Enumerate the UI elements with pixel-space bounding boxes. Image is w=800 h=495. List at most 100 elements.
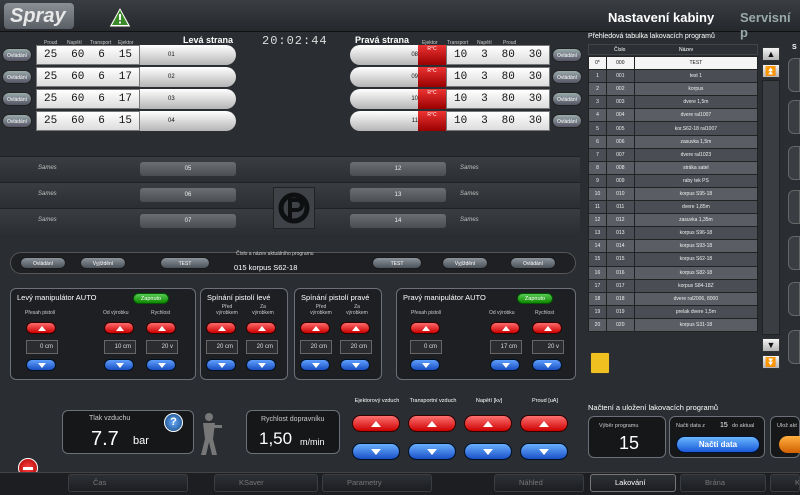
increase-button[interactable] (300, 322, 330, 334)
increase-button[interactable] (490, 322, 520, 334)
tab-kalibrace[interactable]: Kalibrace (770, 474, 800, 492)
table-row[interactable]: 4 004 dvere ral1007 (588, 108, 759, 123)
increase-button[interactable] (532, 322, 562, 334)
table-row[interactable]: 1 001 test 1 (588, 69, 759, 84)
setting-value[interactable]: 20 cm (340, 340, 372, 354)
setting-value[interactable]: 10 cm (104, 340, 136, 354)
gun-values[interactable]: 10 3 80 30 (446, 67, 550, 87)
scroll-down-button[interactable]: ▼ (762, 338, 780, 352)
setting-value[interactable]: 20 cm (246, 340, 278, 354)
decrease-button[interactable] (146, 359, 176, 371)
table-row[interactable]: 11 011 dvere 1,85m (588, 200, 759, 215)
gun-values[interactable]: 10 3 80 30 (446, 45, 550, 65)
program-select-value[interactable]: 15 (619, 433, 639, 454)
adjust-decrease-button[interactable] (520, 443, 568, 460)
tab-brana[interactable]: Brána (680, 474, 766, 492)
exit-left-button[interactable]: Vyjíždění (80, 257, 126, 269)
decrease-button[interactable] (300, 359, 330, 371)
gun-control-button[interactable]: Ovládání (552, 114, 582, 128)
table-row[interactable]: 7 007 dvere ral1023 (588, 147, 759, 162)
increase-button[interactable] (340, 322, 370, 334)
side-button[interactable] (788, 190, 800, 224)
decrease-button[interactable] (532, 359, 562, 371)
gun-control-button[interactable]: Ovládání (2, 48, 32, 62)
save-button[interactable] (779, 436, 800, 453)
side-button[interactable] (788, 58, 800, 92)
setting-value[interactable]: 17 cm (490, 340, 522, 354)
scrollbar-track[interactable] (762, 80, 780, 335)
table-row[interactable]: 6 006 zasuvka 1,5m (588, 134, 759, 149)
side-button[interactable] (788, 146, 800, 180)
scroll-up-button[interactable]: ▲ (762, 47, 780, 61)
decrease-button[interactable] (104, 359, 134, 371)
control-right-button[interactable]: Ovládání (510, 257, 556, 269)
table-row[interactable]: 8 008 stráka satel (588, 160, 759, 175)
table-row[interactable]: 2 002 korpus (588, 82, 759, 97)
table-row[interactable]: 17 017 korpus S84-18Z (588, 278, 759, 293)
load-from-value[interactable]: 15 (720, 422, 728, 429)
adjust-decrease-button[interactable] (352, 443, 400, 460)
test-left-button[interactable]: TEST (160, 257, 210, 269)
table-row[interactable]: 9 009 raby tek PS (588, 173, 759, 188)
load-data-button[interactable]: Načti data (676, 436, 760, 453)
tab-ksaver[interactable]: KSaver (214, 474, 318, 492)
increase-button[interactable] (246, 322, 276, 334)
setting-value[interactable]: 20 cm (206, 340, 238, 354)
adjust-increase-button[interactable] (352, 415, 400, 432)
folder-icon[interactable] (590, 352, 610, 374)
tab-nahled[interactable]: Náhled (494, 474, 584, 492)
setting-value[interactable]: 20 cm (300, 340, 332, 354)
gun-control-button[interactable]: Ovládání (2, 92, 32, 106)
table-row[interactable]: 10 010 korpus S95-18 (588, 186, 759, 202)
tab-service[interactable]: Servisní p (740, 10, 800, 40)
gun-values[interactable]: 25 60 6 17 (36, 67, 140, 87)
gun-control-button[interactable]: Ovládání (552, 48, 582, 62)
tab-cas[interactable]: Čas (68, 474, 188, 492)
tab-lakovani[interactable]: Lakování (590, 474, 676, 492)
table-row[interactable]: 3 003 dvere 1,5m (588, 95, 759, 110)
decrease-button[interactable] (246, 359, 276, 371)
side-button[interactable] (788, 330, 800, 364)
table-row[interactable]: 19 019 prelak dvere 1,5m (588, 304, 759, 319)
warning-icon[interactable] (108, 6, 132, 28)
table-row[interactable]: 14 014 korpus S93-18 (588, 239, 759, 254)
decrease-button[interactable] (410, 359, 440, 371)
increase-button[interactable] (104, 322, 134, 334)
gun-values[interactable]: 25 60 6 15 (36, 111, 140, 131)
gun-values[interactable]: 10 3 80 30 (446, 111, 550, 131)
side-button[interactable] (788, 282, 800, 316)
test-right-button[interactable]: TEST (372, 257, 422, 269)
exit-right-button[interactable]: Vyjíždění (442, 257, 488, 269)
increase-button[interactable] (206, 322, 236, 334)
adjust-decrease-button[interactable] (464, 443, 512, 460)
decrease-button[interactable] (206, 359, 236, 371)
table-row[interactable]: 5 005 kor.S62-18 ral1007 (588, 121, 759, 136)
setting-value[interactable]: 20 v (146, 340, 178, 354)
gun-values[interactable]: 25 60 6 15 (36, 45, 140, 65)
gun-control-button[interactable]: Ovládání (552, 92, 582, 106)
tab-parametry[interactable]: Parametry (322, 474, 432, 492)
table-row[interactable]: 16 016 korpus S82-18 (588, 265, 759, 280)
gun-control-button[interactable]: Ovládání (2, 70, 32, 84)
increase-button[interactable] (26, 322, 56, 334)
gun-control-button[interactable]: Ovládání (552, 70, 582, 84)
control-left-button[interactable]: Ovládání (20, 257, 66, 269)
table-row[interactable]: 13 013 korpus S96-18 (588, 226, 759, 241)
gun-values[interactable]: 10 3 80 30 (446, 89, 550, 109)
help-icon[interactable]: ? (164, 413, 183, 432)
increase-button[interactable] (410, 322, 440, 334)
side-button[interactable] (788, 236, 800, 270)
setting-value[interactable]: 20 v (532, 340, 564, 354)
gun-control-button[interactable]: Ovládání (2, 114, 32, 128)
table-row[interactable]: 18 018 dvere ral2006, 8000 (588, 291, 759, 306)
setting-value[interactable]: 0 cm (410, 340, 442, 354)
scroll-page-down-button[interactable]: ⏬ (762, 355, 780, 369)
decrease-button[interactable] (340, 359, 370, 371)
table-row[interactable]: 12 012 zasuvka 1,35m (588, 213, 759, 228)
decrease-button[interactable] (490, 359, 520, 371)
increase-button[interactable] (146, 322, 176, 334)
right-manipulator-toggle[interactable]: Zapnuto (517, 293, 553, 304)
adjust-decrease-button[interactable] (408, 443, 456, 460)
scroll-page-up-button[interactable]: ⏫ (762, 64, 780, 78)
adjust-increase-button[interactable] (520, 415, 568, 432)
